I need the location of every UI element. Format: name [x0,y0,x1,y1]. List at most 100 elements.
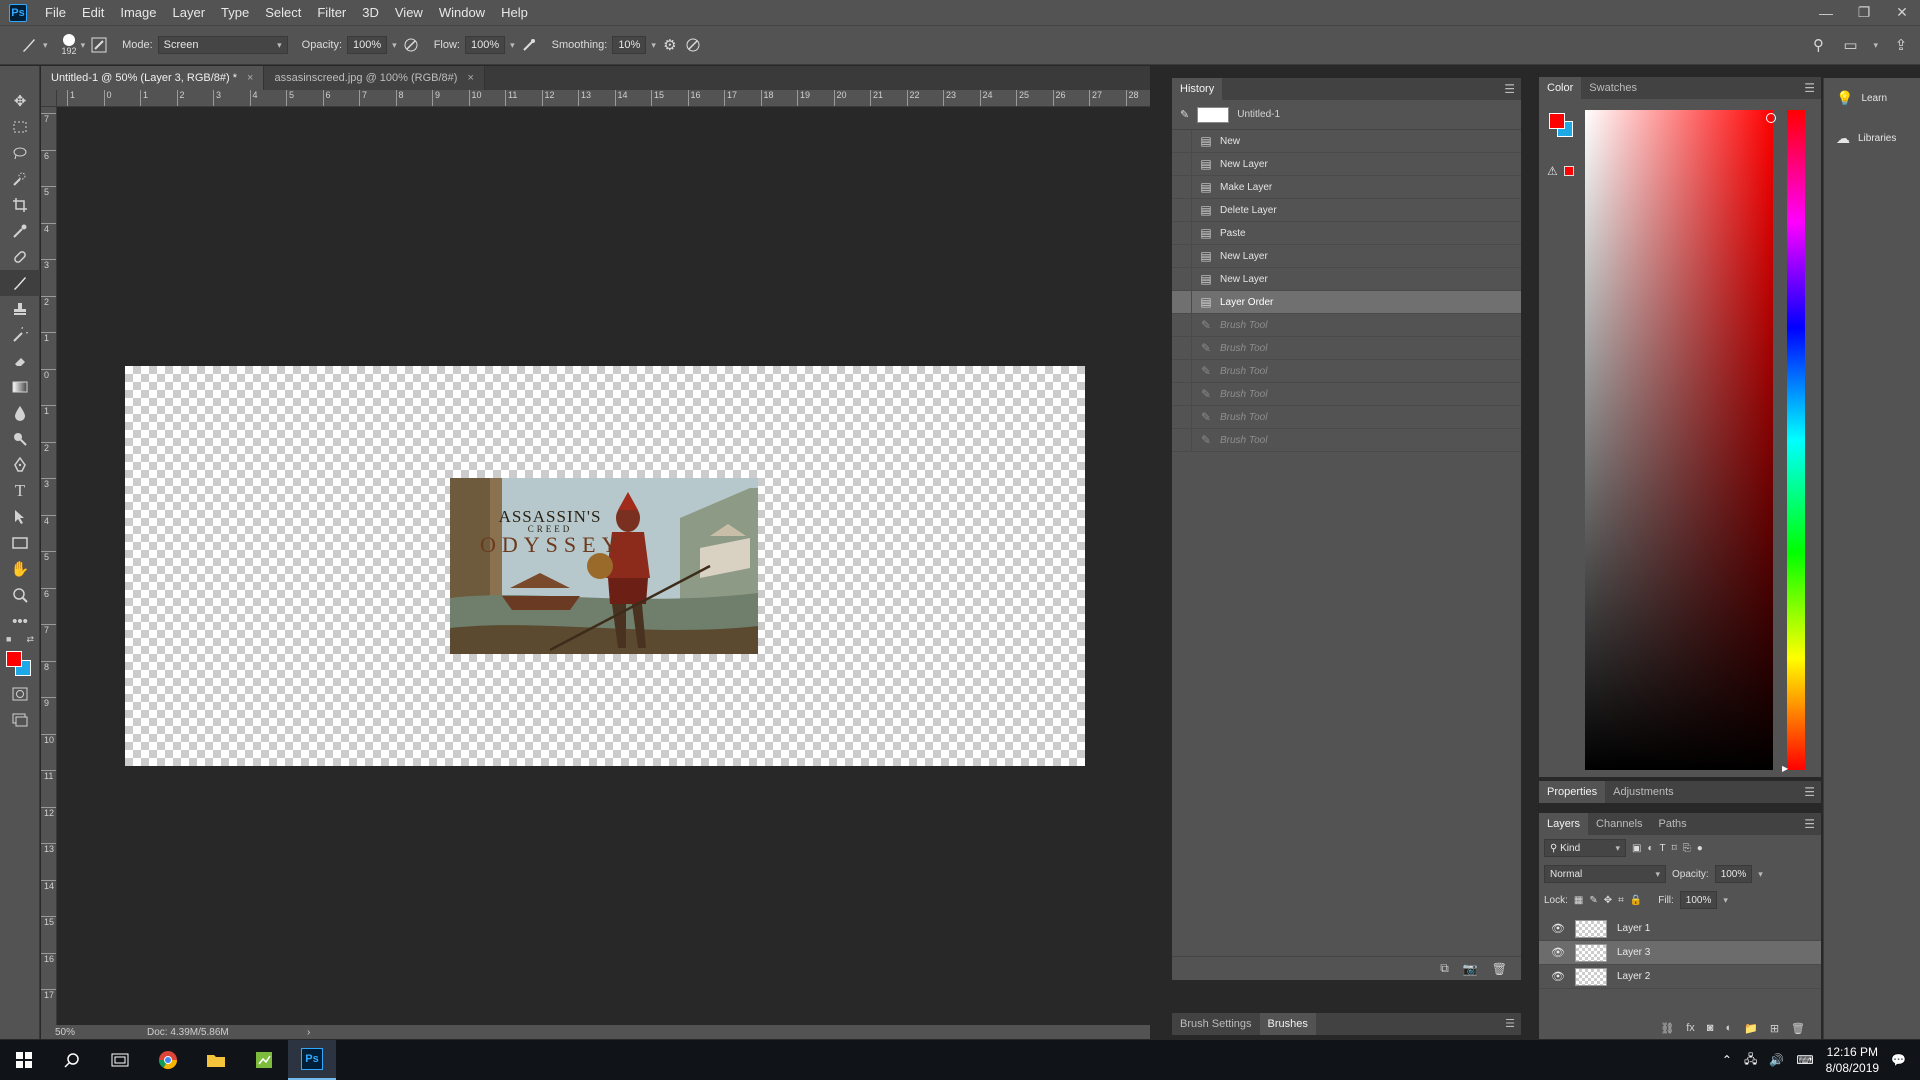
menu-type[interactable]: Type [213,0,257,25]
search-icon[interactable] [48,1040,96,1080]
horizontal-ruler[interactable]: 1 0 1 2 3 4 5 6 7 8 9 10 11 12 13 14 15 16 17 18 19 20 21 22 23 2… [57,90,1150,107]
network-icon[interactable]: 🖧 [1744,1050,1757,1071]
workspace-icon[interactable]: ▭ [1841,36,1859,54]
history-item[interactable]: ✎ Brush Tool [1172,359,1521,383]
tab-channels[interactable]: Channels [1588,813,1650,835]
layer-kind-filter[interactable]: ⚲ Kind ▾ [1544,839,1626,857]
more-tools-icon[interactable]: ••• [0,608,40,634]
panel-menu-icon[interactable]: ☰ [1505,1017,1515,1030]
history-item[interactable]: ▤ Delete Layer [1172,198,1521,222]
chrome-icon[interactable] [144,1040,192,1080]
history-source-checkbox[interactable] [1172,336,1192,360]
ruler-origin[interactable] [41,90,57,107]
visibility-eye-icon[interactable]: 👁 [1551,922,1565,935]
history-item[interactable]: ▤ Make Layer [1172,175,1521,199]
color-picker-cursor[interactable] [1766,113,1776,123]
learn-button[interactable]: 💡 Learn [1824,78,1920,118]
volume-icon[interactable]: 🔊 [1769,1053,1784,1067]
pixel-layer-filter-icon[interactable]: ▣ [1632,843,1641,854]
pen-tool-icon[interactable] [0,452,40,478]
tab-history[interactable]: History [1172,78,1223,100]
menu-image[interactable]: Image [112,0,164,25]
type-tool-icon[interactable]: T [0,478,40,504]
photoshop-taskbar-button[interactable]: Ps [288,1040,336,1080]
layer-opacity-input[interactable]: 100% [1714,865,1753,883]
status-menu-arrow[interactable]: › [307,1027,310,1038]
search-icon[interactable]: ⚲ [1809,36,1827,54]
chevron-down-icon[interactable]: ▾ [392,40,397,51]
history-source-checkbox[interactable] [1172,129,1192,153]
chevron-down-icon[interactable]: ▾ [1873,40,1878,51]
menu-edit[interactable]: Edit [74,0,112,25]
lasso-tool-icon[interactable] [0,140,40,166]
history-item[interactable]: ▤ New Layer [1172,267,1521,291]
history-source-checkbox[interactable] [1172,267,1192,291]
swap-colors-icon[interactable]: ⇄ [26,634,34,645]
filter-toggle-icon[interactable]: ● [1697,843,1703,854]
history-item[interactable]: ▤ New Layer [1172,152,1521,176]
history-source-checkbox[interactable] [1172,405,1192,429]
chevron-down-icon[interactable]: ▾ [651,40,656,51]
panel-menu-icon[interactable]: ☰ [1504,82,1515,96]
history-source-checkbox[interactable] [1172,175,1192,199]
delete-layer-icon[interactable]: 🗑 [1791,1022,1805,1035]
close-button[interactable]: ✕ [1892,4,1912,21]
notifications-icon[interactable]: 💬 [1891,1053,1906,1067]
dodge-tool-icon[interactable] [0,426,40,452]
zoom-tool-icon[interactable] [0,582,40,608]
new-group-icon[interactable]: 📁 [1744,1022,1758,1035]
file-explorer-icon[interactable] [192,1040,240,1080]
flow-input[interactable]: 100% [464,36,506,54]
brush-tool-icon[interactable] [0,270,40,296]
mode-select[interactable]: Screen ▾ [157,36,288,54]
clone-stamp-tool-icon[interactable] [0,296,40,322]
history-item[interactable]: ✎ Brush Tool [1172,405,1521,429]
move-tool-icon[interactable]: ✥ [0,88,40,114]
smart-object-filter-icon[interactable]: ⎘ [1683,843,1691,854]
layer-row[interactable]: 👁 Layer 1 [1539,917,1821,941]
panel-menu-icon[interactable]: ☰ [1804,817,1815,831]
add-mask-icon[interactable]: ◙ [1707,1022,1714,1034]
chevron-down-icon[interactable]: ▾ [43,40,48,51]
menu-help[interactable]: Help [493,0,536,25]
history-item[interactable]: ✎ Brush Tool [1172,313,1521,337]
task-view-icon[interactable] [96,1040,144,1080]
assassins-creed-odyssey-image[interactable]: ASSASSIN'S CREED ODYSSEY [450,478,758,654]
menu-3d[interactable]: 3D [354,0,387,25]
pressure-opacity-icon[interactable] [402,36,420,54]
spreadsheet-app-icon[interactable] [240,1040,288,1080]
history-item[interactable]: ✎ Brush Tool [1172,428,1521,452]
tab-brushes[interactable]: Brushes [1259,1013,1316,1035]
close-tab-icon[interactable]: × [467,72,473,84]
gradient-tool-icon[interactable] [0,374,40,400]
adjustment-layer-filter-icon[interactable]: ◐ [1647,843,1653,854]
tab-untitled-1[interactable]: Untitled-1 @ 50% (Layer 3, RGB/8#) * × [41,66,265,90]
lock-position-icon[interactable]: ✥ [1604,895,1612,906]
history-source-checkbox[interactable] [1172,221,1192,245]
crop-tool-icon[interactable] [0,192,40,218]
libraries-button[interactable]: ☁ Libraries [1824,118,1920,158]
history-item[interactable]: ▤ New [1172,129,1521,153]
healing-brush-tool-icon[interactable] [0,244,40,270]
fill-input[interactable]: 100% [1679,891,1718,909]
eraser-tool-icon[interactable] [0,348,40,374]
pressure-size-icon[interactable] [684,36,702,54]
close-tab-icon[interactable]: × [247,72,253,84]
history-item[interactable]: ▤ New Layer [1172,244,1521,268]
photoshop-logo[interactable]: Ps [9,3,27,22]
history-item[interactable]: ▤ Layer Order [1172,290,1521,314]
menu-view[interactable]: View [387,0,431,25]
eyedropper-tool-icon[interactable] [0,218,40,244]
brush-settings-toggle-icon[interactable] [90,36,108,54]
tab-properties[interactable]: Properties [1539,781,1606,803]
lock-image-pixels-icon[interactable]: ✎ [1589,895,1597,906]
quick-selection-tool-icon[interactable] [0,166,40,192]
hand-tool-icon[interactable]: ✋ [0,556,40,582]
chevron-down-icon[interactable]: ▾ [510,40,515,51]
chevron-down-icon[interactable]: ▾ [81,40,86,51]
chevron-down-icon[interactable]: ▾ [1758,869,1763,880]
delete-state-icon[interactable]: 🗑 [1492,962,1507,976]
lock-transparency-icon[interactable]: ▦ [1574,895,1583,906]
zoom-level[interactable]: 50% [55,1027,125,1038]
canvas-area[interactable]: ASSASSIN'S CREED ODYSSEY [57,107,1150,1025]
